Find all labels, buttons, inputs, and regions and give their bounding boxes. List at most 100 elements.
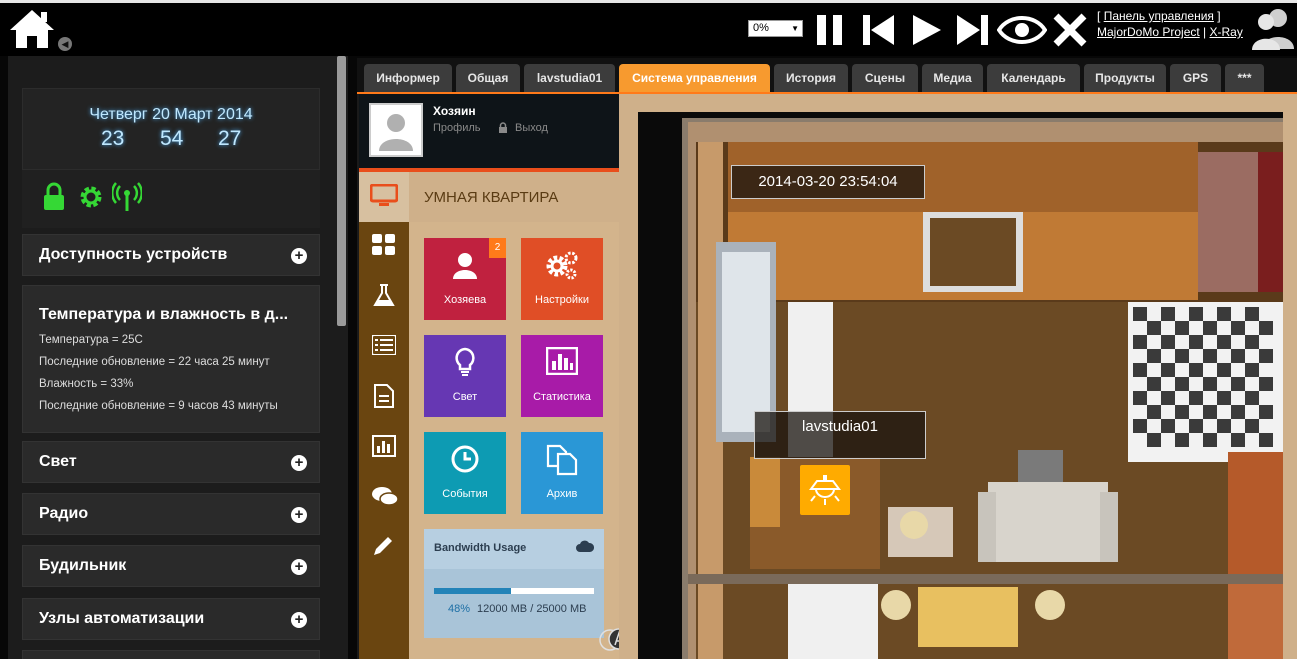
grid-icon[interactable] [372, 234, 396, 256]
clock-widget: Четверг 20 Март 2014 23 54 27 [22, 88, 320, 170]
owners-tile[interactable]: 2 Хозяева [424, 238, 506, 320]
lock-icon [499, 122, 507, 133]
owner-name: Хозяин [433, 104, 476, 118]
alarm-panel-title: Будильник [39, 557, 127, 574]
pause-icon[interactable] [812, 12, 848, 48]
tab-lavstudia01[interactable]: lavstudia01 [524, 64, 615, 92]
bandwidth-percent: 48% [448, 603, 471, 615]
users-icon[interactable] [1250, 5, 1296, 51]
collapse-arrow-icon[interactable]: ◀ [58, 37, 72, 51]
light-tile[interactable]: Свет [424, 335, 506, 417]
automation-nodes-panel-title: Узлы автоматизации [39, 610, 205, 627]
tab-general[interactable]: Общая [456, 64, 520, 92]
archive-tile[interactable]: Архив [521, 432, 603, 514]
statistics-tile[interactable]: Статистика [521, 335, 603, 417]
bracket-close: ] [1217, 9, 1221, 23]
avatar[interactable] [369, 103, 423, 157]
bulb-icon [455, 347, 475, 376]
plus-icon[interactable]: + [291, 248, 307, 264]
next-icon[interactable] [955, 12, 991, 48]
logout-link[interactable]: Выход [515, 122, 548, 134]
automation-nodes-panel[interactable]: Узлы автоматизации + [22, 598, 320, 640]
document-icon[interactable] [374, 384, 394, 408]
lamp-icon [809, 475, 841, 505]
clock-hours: 23 [101, 127, 125, 150]
lamp-device[interactable] [800, 465, 850, 515]
app-root: ◀ 0% ▼ [ Панель управления ] MajorDoMo P… [0, 0, 1297, 659]
user-icon [379, 114, 413, 151]
tab-media[interactable]: Медиа [922, 64, 983, 92]
devices-panel[interactable]: Доступность устройств + [22, 234, 320, 276]
cloud-icon [576, 540, 594, 552]
chart-icon [546, 347, 578, 375]
temperature-updated: Последние обновление = 22 часа 25 минут [39, 356, 270, 368]
temperature-panel: Температура и влажность в д... Температу… [22, 285, 320, 433]
home-icon[interactable] [8, 8, 56, 55]
plus-icon[interactable]: + [291, 455, 307, 471]
clock-icon [451, 445, 479, 473]
plus-icon[interactable]: + [291, 559, 307, 575]
humidity-value: Влажность = 33% [39, 378, 134, 390]
user-icon [453, 253, 477, 279]
tab-history[interactable]: История [774, 64, 848, 92]
pencil-icon[interactable] [372, 535, 394, 557]
clock-seconds: 27 [218, 127, 242, 150]
bandwidth-progress-fill [434, 588, 511, 594]
light-panel[interactable]: Свет + [22, 441, 320, 483]
alarm-panel[interactable]: Будильник + [22, 545, 320, 587]
clock-minutes: 54 [160, 127, 184, 150]
light-label: Свет [452, 391, 478, 403]
profile-link[interactable]: Профиль [433, 122, 481, 134]
humidity-updated: Последние обновление = 9 часов 43 минуты [39, 400, 278, 412]
xray-link[interactable]: X-Ray [1210, 25, 1243, 39]
status-icons [22, 170, 320, 228]
settings-tile[interactable]: Настройки [521, 238, 603, 320]
archive-label: Архив [546, 488, 578, 500]
control-panel-link[interactable]: Панель управления [1104, 9, 1214, 23]
plus-icon[interactable]: + [291, 612, 307, 628]
tab-more[interactable]: *** [1225, 64, 1264, 92]
radio-panel[interactable]: Радио + [22, 493, 320, 535]
next-panel [22, 650, 320, 659]
room-datetime: 2014-03-20 23:54:04 [731, 165, 925, 199]
link-separator: | [1203, 25, 1207, 39]
tab-informer[interactable]: Информер [364, 64, 452, 92]
tab-scenes[interactable]: Сцены [852, 64, 918, 92]
previous-icon[interactable] [860, 12, 896, 48]
light-panel-title: Свет [39, 453, 77, 470]
volume-value: 0% [753, 22, 769, 34]
clock-date: Четверг 20 Март 2014 [89, 106, 253, 123]
events-label: События [442, 488, 488, 500]
majordomo-project-link[interactable]: MajorDoMo Project [1097, 25, 1200, 39]
monitor-icon[interactable] [370, 184, 398, 208]
top-links: [ Панель управления ] MajorDoMo Project … [1097, 8, 1243, 40]
events-tile[interactable]: События [424, 432, 506, 514]
antenna-icon [112, 182, 142, 211]
tab-gps[interactable]: GPS [1170, 64, 1221, 92]
list-icon[interactable] [372, 335, 396, 355]
room-device-label[interactable]: lavstudia01 [754, 411, 926, 459]
radio-panel-title: Радио [39, 505, 89, 522]
owners-label: Хозяева [443, 294, 487, 306]
volume-select[interactable]: 0% ▼ [748, 20, 803, 37]
tab-calendar[interactable]: Календарь [987, 64, 1080, 92]
devices-panel-title: Доступность устройств [39, 246, 228, 263]
sidebar-scrollbar[interactable] [337, 56, 346, 326]
play-icon[interactable] [908, 12, 944, 48]
smart-apartment-title: УМНАЯ КВАРТИРА [424, 189, 559, 206]
chat-icon[interactable] [372, 486, 398, 508]
close-icon[interactable] [1052, 12, 1088, 48]
flask-icon[interactable] [372, 283, 396, 307]
statistics-label: Статистика [533, 391, 591, 403]
plus-icon[interactable]: + [291, 507, 307, 523]
tab-control-system[interactable]: Система управления [619, 64, 770, 92]
chevron-down-icon: ▼ [791, 24, 799, 33]
settings-label: Настройки [535, 294, 589, 306]
top-border [0, 0, 1297, 3]
gear-icon [80, 186, 102, 208]
eye-icon[interactable] [997, 12, 1047, 48]
chart-icon[interactable] [372, 435, 396, 457]
lock-icon [44, 182, 64, 210]
temperature-panel-title: Температура и влажность в д... [39, 306, 289, 323]
tab-products[interactable]: Продукты [1084, 64, 1166, 92]
